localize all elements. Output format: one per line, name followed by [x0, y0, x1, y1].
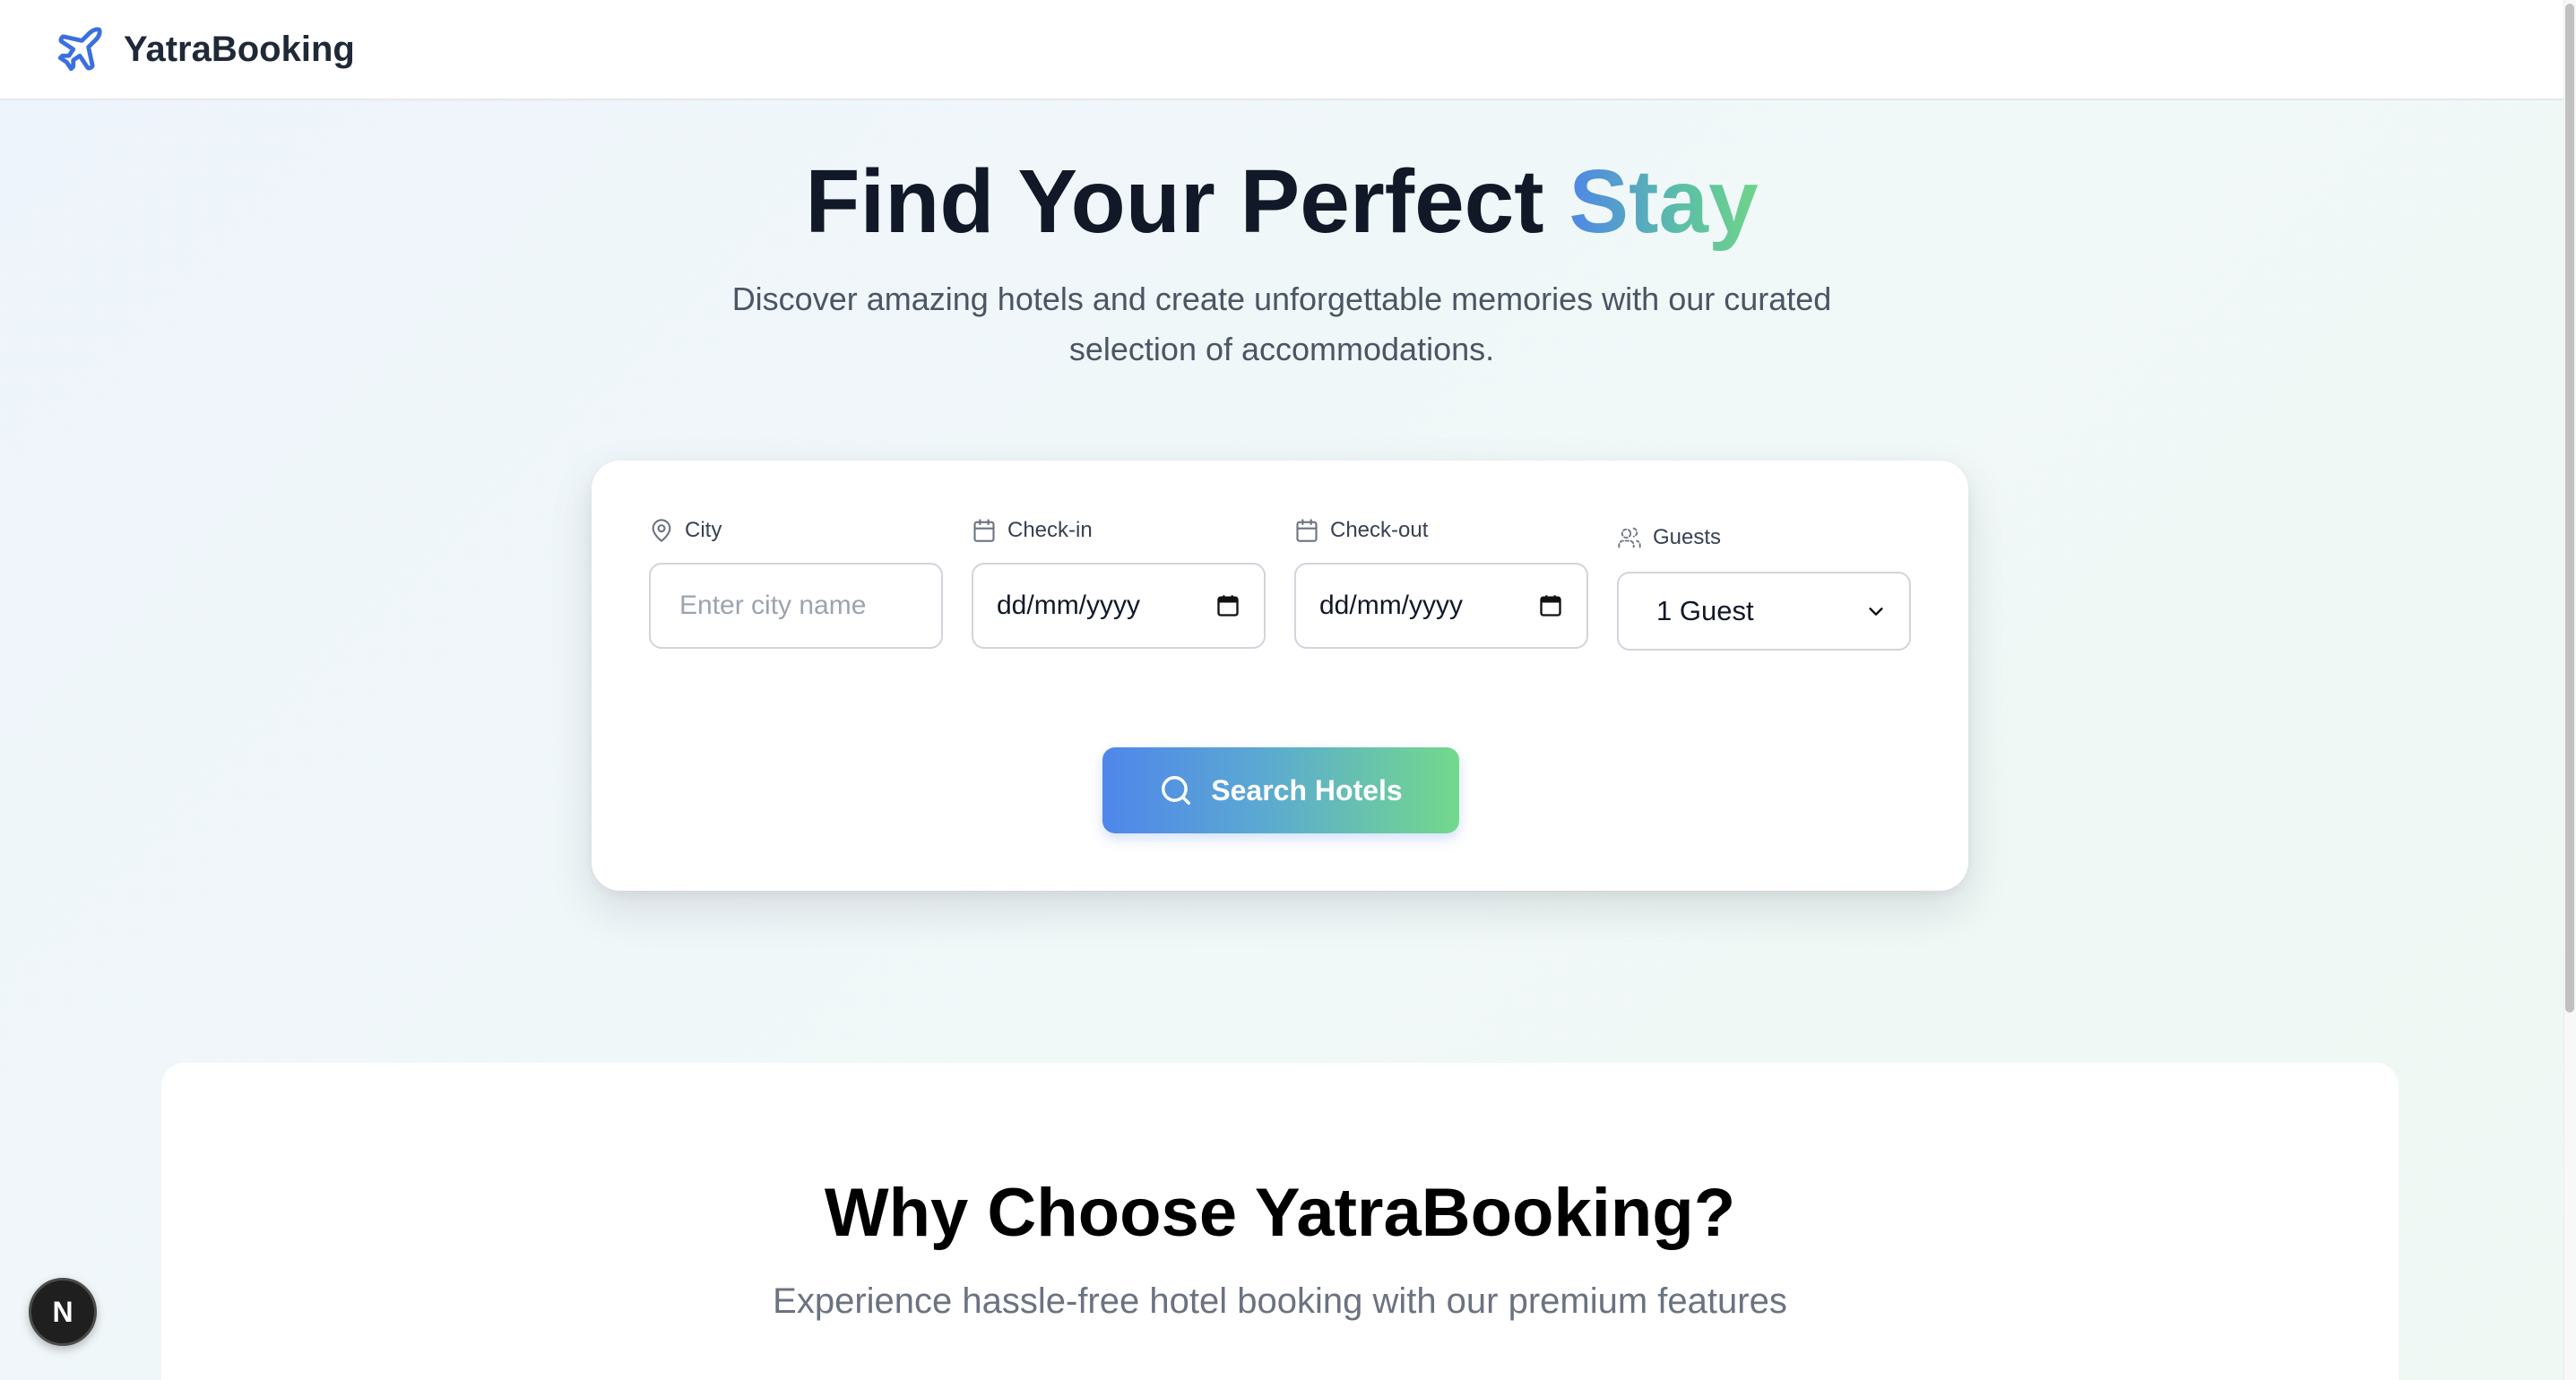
search-card: City Enter city name Check-in dd/mm/yyyy	[592, 461, 1968, 891]
dev-tools-badge[interactable]: N	[29, 1278, 97, 1346]
checkout-date-input[interactable]: dd/mm/yyyy	[1294, 563, 1588, 649]
city-label: City	[685, 518, 722, 542]
checkin-field: Check-in dd/mm/yyyy	[972, 516, 1266, 649]
hero-title-accent: Stay	[1569, 151, 1759, 252]
checkin-date-input[interactable]: dd/mm/yyyy	[972, 563, 1266, 649]
search-hotels-button[interactable]: Search Hotels	[1102, 747, 1459, 833]
features-section: Why Choose YatraBooking? Experience hass…	[161, 1063, 2399, 1380]
guests-select[interactable]: 1 Guest	[1617, 572, 1911, 651]
guests-icon	[1617, 525, 1642, 550]
features-subtitle: Experience hassle-free hotel booking wit…	[773, 1281, 1787, 1321]
map-pin-icon	[649, 518, 674, 543]
top-navbar: YatraBooking	[0, 0, 2563, 100]
checkout-field: Check-out dd/mm/yyyy	[1294, 516, 1588, 649]
airplane-icon[interactable]	[54, 23, 106, 75]
features-title: Why Choose YatraBooking?	[824, 1175, 1736, 1251]
checkout-label: Check-out	[1330, 518, 1429, 542]
search-icon	[1159, 773, 1193, 807]
checkin-value: dd/mm/yyyy	[997, 591, 1141, 620]
hero-subtitle: Discover amazing hotels and create unfor…	[731, 280, 1832, 367]
search-hotels-label: Search Hotels	[1211, 773, 1403, 806]
guests-selected-value: 1 Guest	[1656, 595, 1754, 626]
calendar-picker-icon[interactable]	[1538, 593, 1563, 618]
checkin-label: Check-in	[1007, 518, 1093, 542]
dev-badge-label: N	[52, 1295, 73, 1328]
guests-label: Guests	[1653, 525, 1722, 549]
city-input[interactable]: Enter city name	[649, 563, 943, 649]
scrollbar-thumb[interactable]	[2565, 4, 2574, 1013]
city-label-row: City	[649, 516, 943, 545]
scrollbar-track[interactable]	[2563, 0, 2576, 1380]
chevron-down-icon	[1866, 601, 1886, 621]
checkin-label-row: Check-in	[972, 516, 1266, 545]
guests-field: Guests 1 Guest	[1617, 523, 1911, 651]
guests-label-row: Guests	[1617, 523, 1911, 552]
hero-title: Find Your Perfect Stay	[0, 151, 2563, 254]
checkout-label-row: Check-out	[1294, 516, 1588, 545]
checkout-value: dd/mm/yyyy	[1319, 591, 1464, 620]
calendar-picker-icon[interactable]	[1215, 593, 1240, 618]
calendar-icon	[1294, 518, 1319, 543]
calendar-icon	[972, 518, 997, 543]
hero-title-main: Find Your Perfect	[805, 151, 1569, 252]
city-placeholder: Enter city name	[679, 591, 867, 620]
brand-name[interactable]: YatraBooking	[124, 30, 355, 70]
city-field: City Enter city name	[649, 516, 943, 649]
